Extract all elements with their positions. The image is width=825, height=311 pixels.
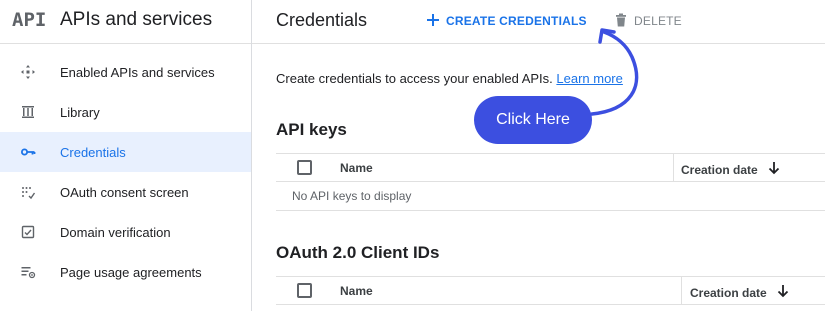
oauth-table: Name Creation date (276, 276, 825, 305)
page-header: Credentials CREATE CREDENTIALS DELETE (252, 0, 825, 44)
column-creation-date[interactable]: Creation date (681, 161, 780, 178)
sidebar-item-enabled-apis[interactable]: Enabled APIs and services (0, 52, 251, 92)
sidebar-item-label: Page usage agreements (60, 265, 202, 280)
sidebar-title[interactable]: APIs and services (60, 9, 212, 31)
create-credentials-label: CREATE CREDENTIALS (446, 14, 587, 28)
plus-icon (426, 13, 440, 30)
arrow-down-icon (768, 161, 780, 178)
column-creation-date-label: Creation date (690, 285, 767, 300)
intro-text: Create credentials to access your enable… (276, 71, 623, 86)
column-name[interactable]: Name (340, 161, 373, 175)
sidebar-item-oauth-consent[interactable]: OAuth consent screen (0, 172, 251, 212)
sidebar-item-label: Domain verification (60, 225, 171, 240)
library-icon (20, 104, 36, 120)
select-all-checkbox[interactable] (297, 160, 312, 175)
main-content: Credentials CREATE CREDENTIALS DELETE Cr… (252, 0, 825, 311)
column-creation-date-label: Creation date (681, 162, 758, 177)
sidebar-item-domain-verification[interactable]: Domain verification (0, 212, 251, 252)
empty-row: No API keys to display (276, 182, 825, 211)
sidebar-item-label: Library (60, 105, 100, 120)
column-divider (673, 154, 674, 182)
sidebar-item-page-usage[interactable]: Page usage agreements (0, 252, 251, 292)
api-keys-title: API keys (276, 120, 347, 139)
sidebar-header: API APIs and services (0, 0, 251, 44)
sidebar: API APIs and services Enabled APIs and s… (0, 0, 252, 311)
sidebar-item-label: Enabled APIs and services (60, 65, 215, 80)
empty-message: No API keys to display (292, 189, 412, 203)
sidebar-item-library[interactable]: Library (0, 92, 251, 132)
key-icon (20, 144, 36, 160)
oauth-title: OAuth 2.0 Client IDs (276, 243, 440, 262)
select-all-checkbox[interactable] (297, 283, 312, 298)
api-keys-table-header: Name Creation date (276, 153, 825, 182)
domain-verification-icon (20, 224, 36, 240)
oauth-consent-icon (20, 184, 36, 200)
create-credentials-button[interactable]: CREATE CREDENTIALS (426, 10, 587, 32)
page-usage-icon (20, 264, 36, 280)
sidebar-item-credentials[interactable]: Credentials (0, 132, 251, 172)
column-divider (681, 277, 682, 305)
sidebar-nav: Enabled APIs and services Library Creden… (0, 52, 251, 292)
oauth-table-header: Name Creation date (276, 276, 825, 305)
intro-message: Create credentials to access your enable… (276, 71, 553, 86)
enabled-apis-icon (20, 64, 36, 80)
sidebar-item-label: Credentials (60, 145, 126, 160)
column-name[interactable]: Name (340, 284, 373, 298)
column-creation-date[interactable]: Creation date (690, 284, 789, 301)
curved-arrow-icon (590, 28, 639, 116)
click-here-callout: Click Here (474, 96, 592, 144)
sidebar-item-label: OAuth consent screen (60, 185, 189, 200)
api-keys-table: Name Creation date No API keys to displa… (276, 153, 825, 211)
page-title: Credentials (276, 10, 368, 30)
api-logo: API (12, 9, 47, 31)
arrow-down-icon (777, 284, 789, 301)
